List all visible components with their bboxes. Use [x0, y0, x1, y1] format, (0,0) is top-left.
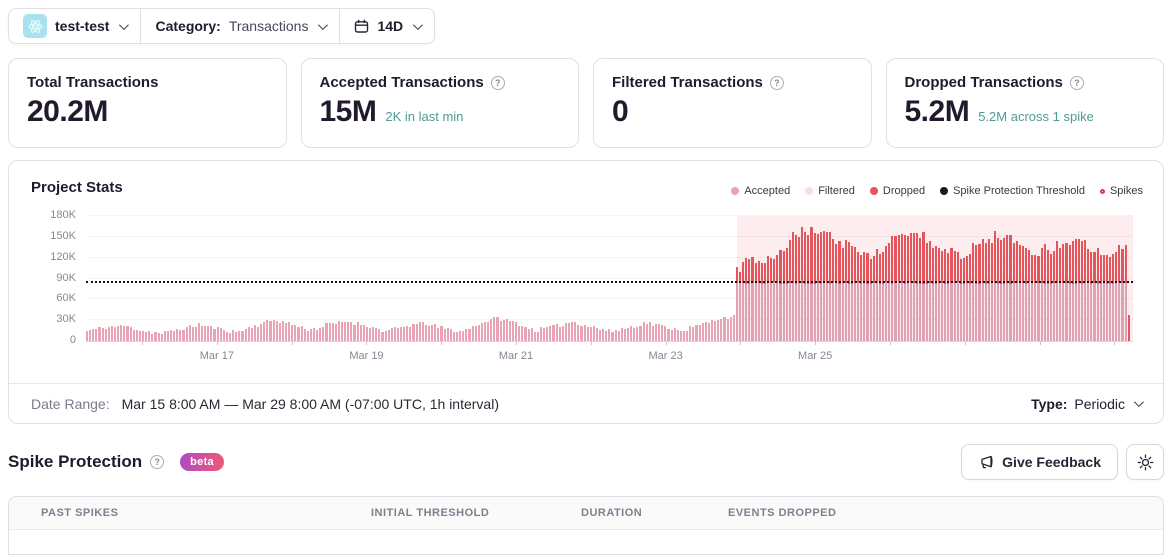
stat-cards-row: Total Transactions 20.2M Accepted Transa…	[8, 58, 1164, 148]
x-axis-tick	[740, 341, 742, 345]
x-axis-tick	[441, 341, 443, 345]
project-platform-icon	[23, 14, 47, 38]
legend-dot-icon	[869, 187, 878, 195]
x-axis-tick	[142, 341, 144, 345]
card-label: Dropped Transactions	[904, 74, 1063, 91]
gear-icon	[1137, 454, 1154, 471]
project-stats-card: Project Stats Accepted Filtered Dropped …	[8, 160, 1164, 424]
legend-dot-icon	[805, 187, 814, 195]
table-row[interactable]	[9, 530, 1163, 554]
usage-stats-page: test-test Category: Transactions 14D Tot…	[0, 0, 1172, 555]
legend-item-accepted[interactable]: Accepted	[731, 185, 790, 197]
legend-item-filtered[interactable]: Filtered	[805, 185, 855, 197]
column-header-duration: DURATION	[581, 507, 643, 519]
chevron-down-icon	[318, 19, 329, 30]
card-value: 20.2M	[27, 95, 108, 128]
megaphone-icon	[978, 454, 994, 470]
category-selector[interactable]: Category: Transactions	[141, 9, 339, 43]
give-feedback-label: Give Feedback	[1002, 454, 1101, 470]
chevron-down-icon	[1133, 397, 1144, 408]
card-label: Filtered Transactions	[612, 74, 763, 91]
settings-button[interactable]	[1126, 444, 1164, 480]
legend-item-threshold[interactable]: Spike Protection Threshold	[940, 185, 1085, 197]
type-value: Periodic	[1074, 395, 1125, 412]
filtered-transactions-card: Filtered Transactions ? 0	[593, 58, 872, 148]
project-name: test-test	[55, 18, 110, 34]
x-axis-tick	[216, 341, 218, 345]
date-period-value: 14D	[377, 18, 404, 34]
chevron-down-icon	[119, 19, 130, 30]
y-axis-label: 0	[69, 334, 76, 346]
card-value: 0	[612, 95, 629, 128]
x-axis-tick	[291, 341, 293, 345]
x-axis-tick	[815, 341, 817, 345]
x-axis-tick	[889, 341, 891, 345]
accepted-transactions-card: Accepted Transactions ? 15M 2K in last m…	[300, 58, 579, 148]
date-period-selector[interactable]: 14D	[340, 9, 434, 43]
category-label: Category:	[155, 18, 221, 34]
y-axis-label: 120K	[50, 250, 76, 263]
chevron-down-icon	[413, 19, 424, 30]
past-spikes-table: PAST SPIKES INITIAL THRESHOLD DURATION E…	[8, 496, 1164, 555]
help-icon[interactable]: ?	[150, 455, 165, 469]
chart-legend: Accepted Filtered Dropped Spike Protecti…	[731, 185, 1143, 197]
section-title: Spike Protection	[8, 452, 143, 471]
card-value: 5.2M	[904, 95, 970, 128]
x-axis-label: Mar 17	[199, 350, 234, 362]
card-sub-value: 5.2M across 1 spike	[978, 109, 1094, 124]
column-header-events-dropped: EVENTS DROPPED	[728, 507, 837, 519]
legend-dot-icon	[731, 187, 740, 195]
type-selector[interactable]: Type: Periodic	[1031, 395, 1144, 412]
x-axis-label: Mar 25	[798, 350, 833, 362]
column-header-initial-threshold: INITIAL THRESHOLD	[371, 507, 490, 519]
card-value: 15M	[319, 95, 377, 128]
card-sub-value: 2K in last min	[385, 109, 464, 124]
x-axis-tick	[366, 341, 368, 345]
x-axis-tick	[516, 341, 518, 345]
help-icon[interactable]: ?	[769, 75, 784, 90]
category-value: Transactions	[228, 18, 309, 34]
x-axis-label: Mar 21	[498, 350, 534, 362]
legend-ring-icon	[1099, 188, 1105, 194]
legend-dot-icon	[940, 187, 949, 195]
y-axis-label: 90K	[56, 271, 76, 284]
x-axis-tick	[665, 341, 667, 345]
project-selector[interactable]: test-test	[9, 9, 140, 43]
chart-title: Project Stats	[31, 179, 123, 196]
table-header-row: PAST SPIKES INITIAL THRESHOLD DURATION E…	[9, 497, 1163, 530]
y-axis-label: 30K	[56, 313, 76, 326]
card-label: Accepted Transactions	[319, 74, 484, 91]
date-range-value: Mar 15 8:00 AM — Mar 29 8:00 AM (-07:00 …	[121, 395, 499, 412]
y-axis-label: 180K	[50, 209, 76, 222]
dropped-transactions-card: Dropped Transactions ? 5.2M 5.2M across …	[885, 58, 1164, 148]
y-axis-label: 150K	[50, 229, 76, 242]
chart-footer: Date Range: Mar 15 8:00 AM — Mar 29 8:00…	[9, 383, 1163, 423]
beta-badge: beta	[180, 453, 224, 471]
chart-bars	[86, 207, 1133, 341]
x-axis-tick	[1114, 341, 1116, 345]
card-label: Total Transactions	[27, 74, 159, 91]
spike-protection-threshold-line	[86, 281, 1133, 284]
type-label: Type:	[1031, 395, 1068, 412]
help-icon[interactable]: ?	[490, 75, 505, 90]
y-axis-label: 60K	[56, 292, 76, 305]
give-feedback-button[interactable]: Give Feedback	[961, 444, 1118, 480]
x-axis-label: Mar 23	[648, 350, 683, 362]
page-filter-bar: test-test Category: Transactions 14D	[8, 8, 436, 44]
legend-item-dropped[interactable]: Dropped	[869, 185, 925, 197]
legend-item-spikes[interactable]: Spikes	[1099, 185, 1143, 197]
date-range-label: Date Range:	[31, 395, 110, 412]
total-transactions-card: Total Transactions 20.2M	[8, 58, 287, 148]
help-icon[interactable]: ?	[1069, 75, 1084, 90]
x-axis-tick	[1039, 341, 1041, 345]
x-axis-label: Mar 19	[349, 350, 384, 362]
calendar-icon	[354, 19, 369, 34]
chart-plot[interactable]: 180K 150K 120K 90K 60K 30K 0 Mar 17 Mar 19 Mar 21…	[50, 207, 1133, 362]
x-axis-tick	[590, 341, 592, 345]
spike-protection-header: Spike Protection ? beta Give Feedback	[8, 444, 1164, 480]
column-header-past-spikes: PAST SPIKES	[41, 507, 119, 519]
x-axis-tick	[964, 341, 966, 345]
